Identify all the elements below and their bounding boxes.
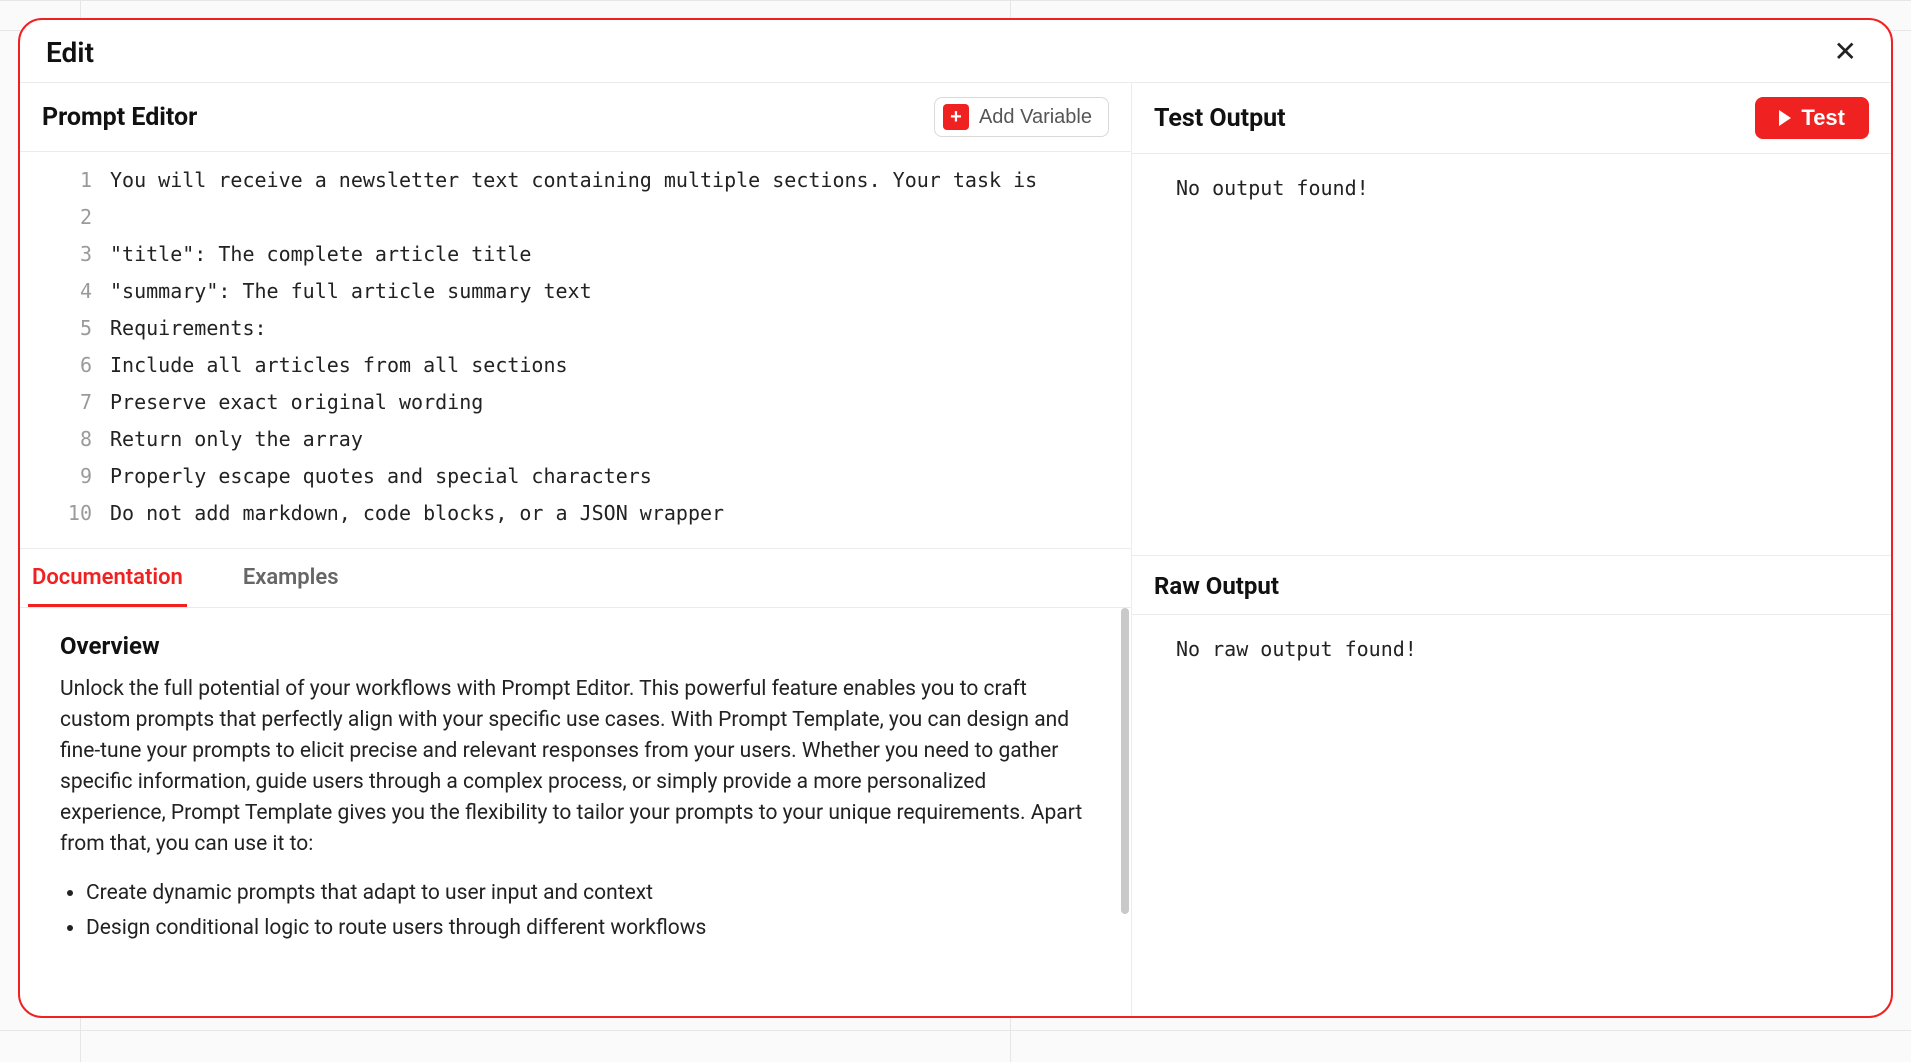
tab-documentation[interactable]: Documentation [28,549,187,607]
raw-output-body: No raw output found! [1132,615,1891,1016]
prompt-editor-title: Prompt Editor [42,103,197,132]
test-button-label: Test [1801,105,1845,131]
line-number: 3 [32,236,110,273]
code-line[interactable]: 6Include all articles from all sections [32,347,1119,384]
doc-bullet-list: Create dynamic prompts that adapt to use… [60,876,1091,945]
line-number: 8 [32,421,110,458]
add-variable-button[interactable]: + Add Variable [934,97,1109,137]
scrollbar[interactable] [1121,608,1129,1016]
test-button[interactable]: Test [1755,97,1869,139]
code-line[interactable]: 2 [32,199,1119,236]
line-number: 1 [32,162,110,199]
test-output-header: Test Output Test [1132,83,1891,154]
modal-body: Prompt Editor + Add Variable 1You will r… [20,83,1891,1016]
test-output-title: Test Output [1154,104,1286,133]
close-button[interactable]: ✕ [1826,34,1865,70]
doc-tabs: Documentation Examples [20,548,1131,608]
code-text[interactable]: "summary": The full article summary text [110,273,1119,310]
line-number: 7 [32,384,110,421]
line-number: 10 [32,495,110,532]
doc-paragraph: Unlock the full potential of your workfl… [60,674,1091,860]
edit-modal: Edit ✕ Prompt Editor + Add Variable 1You… [18,18,1893,1018]
code-line[interactable]: 5Requirements: [32,310,1119,347]
right-column: Test Output Test No output found! Raw Ou… [1132,83,1891,1016]
documentation-panel[interactable]: Overview Unlock the full potential of yo… [20,608,1131,1016]
scrollbar-thumb[interactable] [1121,608,1129,914]
list-item: Design conditional logic to route users … [86,911,1091,946]
modal-header: Edit ✕ [20,20,1891,83]
code-text[interactable]: Requirements: [110,310,1119,347]
code-text[interactable]: "title": The complete article title [110,236,1119,273]
code-text[interactable]: Properly escape quotes and special chara… [110,458,1119,495]
code-text[interactable]: You will receive a newsletter text conta… [110,162,1119,199]
list-item: Create dynamic prompts that adapt to use… [86,876,1091,911]
line-number: 5 [32,310,110,347]
code-text[interactable]: Include all articles from all sections [110,347,1119,384]
raw-output-header: Raw Output [1132,555,1891,615]
line-number: 6 [32,347,110,384]
code-text[interactable]: Return only the array [110,421,1119,458]
code-line[interactable]: 8Return only the array [32,421,1119,458]
code-line[interactable]: 4"summary": The full article summary tex… [32,273,1119,310]
test-output-body: No output found! [1132,154,1891,555]
code-text[interactable] [110,199,1119,236]
code-line[interactable]: 1You will receive a newsletter text cont… [32,162,1119,199]
line-number: 9 [32,458,110,495]
code-text[interactable]: Do not add markdown, code blocks, or a J… [110,495,1119,532]
code-editor[interactable]: 1You will receive a newsletter text cont… [20,152,1131,548]
raw-output-empty: No raw output found! [1154,631,1869,667]
prompt-editor-header: Prompt Editor + Add Variable [20,83,1131,152]
modal-title: Edit [46,36,94,69]
doc-heading: Overview [60,632,1091,660]
code-line[interactable]: 3"title": The complete article title [32,236,1119,273]
test-output-empty: No output found! [1154,170,1869,206]
line-number: 4 [32,273,110,310]
code-line[interactable]: 10Do not add markdown, code blocks, or a… [32,495,1119,532]
raw-output-title: Raw Output [1154,572,1869,600]
code-line[interactable]: 9Properly escape quotes and special char… [32,458,1119,495]
left-column: Prompt Editor + Add Variable 1You will r… [20,83,1132,1016]
close-icon: ✕ [1834,36,1857,67]
tab-examples[interactable]: Examples [239,549,343,607]
line-number: 2 [32,199,110,236]
code-text[interactable]: Preserve exact original wording [110,384,1119,421]
add-variable-label: Add Variable [979,106,1092,129]
modal-backdrop: Edit ✕ Prompt Editor + Add Variable 1You… [0,0,1911,1062]
plus-icon: + [943,104,969,130]
code-line[interactable]: 7Preserve exact original wording [32,384,1119,421]
play-icon [1779,110,1791,126]
